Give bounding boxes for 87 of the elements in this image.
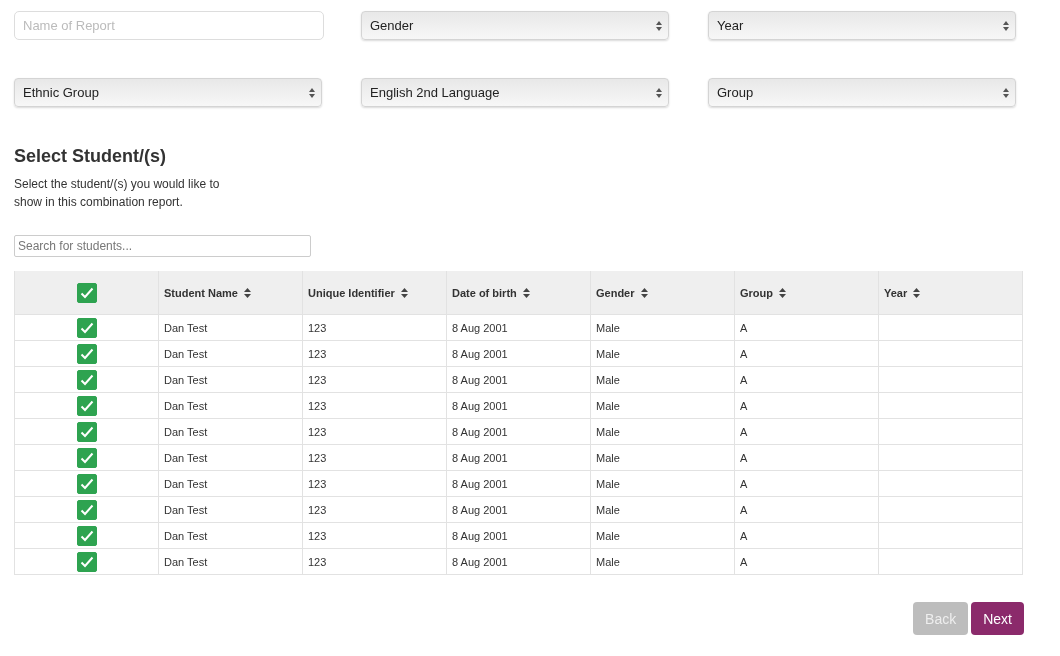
table-cell: A [740, 425, 748, 438]
table-cell: 8 Aug 2001 [452, 399, 508, 412]
section-title: Select Student/(s) [14, 146, 168, 167]
dropdown[interactable]: Year [708, 11, 1016, 40]
select-all-checkbox[interactable] [76, 282, 97, 303]
column-header[interactable]: Date of birth [452, 286, 530, 299]
table-cell: A [740, 503, 748, 516]
table-cell: Male [596, 477, 620, 490]
sort-arrows-icon [656, 20, 662, 31]
sort-arrows-icon [779, 287, 786, 298]
table-cell: Male [596, 321, 620, 334]
table-cell: 123 [308, 321, 327, 334]
table-cell: A [740, 373, 748, 386]
sort-arrows-icon [1003, 87, 1009, 98]
sort-arrows-icon [522, 287, 530, 298]
table-cell: Dan Test [164, 477, 208, 490]
sort-arrows-icon [656, 87, 662, 98]
table-cell: Male [596, 503, 620, 516]
search-field[interactable]: Search for students... [14, 235, 311, 257]
row-checkbox[interactable] [76, 369, 97, 390]
table-cell: 8 Aug 2001 [452, 555, 508, 568]
table-cell: Male [596, 451, 620, 464]
table-cell: Dan Test [164, 373, 208, 386]
table-cell: 8 Aug 2001 [452, 477, 508, 490]
table-cell: 8 Aug 2001 [452, 321, 508, 334]
table-cell: 123 [308, 347, 327, 360]
row-checkbox[interactable] [76, 317, 97, 338]
table-cell: Male [596, 529, 620, 542]
table-cell: A [740, 347, 748, 360]
table-cell: Dan Test [164, 425, 208, 438]
table-cell: 123 [308, 373, 327, 386]
table-cell: 123 [308, 477, 327, 490]
column-header[interactable]: Student Name [164, 286, 251, 299]
row-checkbox[interactable] [76, 551, 97, 572]
row-checkbox[interactable] [76, 447, 97, 468]
column-header[interactable]: Gender [596, 286, 648, 299]
sort-arrows-icon [243, 287, 251, 298]
sort-arrows-icon [1003, 20, 1009, 31]
table-cell: Male [596, 347, 620, 360]
column-header[interactable]: Year [884, 286, 921, 299]
table-cell: 8 Aug 2001 [452, 451, 508, 464]
table-cell: Dan Test [164, 347, 208, 360]
sort-arrows-icon [400, 287, 408, 298]
row-checkbox[interactable] [76, 421, 97, 442]
dropdown[interactable]: Gender [361, 11, 669, 40]
table-cell: Dan Test [164, 399, 208, 412]
row-checkbox[interactable] [76, 473, 97, 494]
table-cell: Dan Test [164, 451, 208, 464]
row-checkbox[interactable] [76, 343, 97, 364]
column-header[interactable]: Group [740, 286, 786, 299]
table-cell: A [740, 555, 748, 568]
table-cell: 8 Aug 2001 [452, 425, 508, 438]
section-description: Select the student/(s) you would like to show in this combination report. [14, 176, 221, 211]
dropdown[interactable]: English 2nd Language [361, 78, 669, 107]
table-cell: A [740, 529, 748, 542]
row-checkbox[interactable] [76, 395, 97, 416]
sort-arrows-icon [640, 287, 648, 298]
table-cell: 123 [308, 399, 327, 412]
table-cell: 123 [308, 529, 327, 542]
next-button[interactable]: Next [971, 602, 1024, 635]
table-cell: Male [596, 425, 620, 438]
table-cell: Male [596, 399, 620, 412]
sort-arrows-icon [309, 87, 315, 98]
table-cell: 123 [308, 555, 327, 568]
table-cell: 123 [308, 451, 327, 464]
table-cell: 8 Aug 2001 [452, 373, 508, 386]
dropdown[interactable]: Ethnic Group [14, 78, 322, 107]
table-cell: Dan Test [164, 555, 208, 568]
table-cell: Dan Test [164, 321, 208, 334]
table-cell: 8 Aug 2001 [452, 529, 508, 542]
table-cell: A [740, 321, 748, 334]
row-checkbox[interactable] [76, 525, 97, 546]
dropdown[interactable]: Group [708, 78, 1016, 107]
table-cell: 123 [308, 425, 327, 438]
table-cell: Dan Test [164, 529, 208, 542]
table-cell: 8 Aug 2001 [452, 503, 508, 516]
table-cell: A [740, 477, 748, 490]
report-name-field[interactable]: Name of Report [14, 11, 324, 40]
row-checkbox[interactable] [76, 499, 97, 520]
table-cell: A [740, 451, 748, 464]
table-cell: 123 [308, 503, 327, 516]
table-cell: Male [596, 373, 620, 386]
table-cell: 8 Aug 2001 [452, 347, 508, 360]
table-cell: Male [596, 555, 620, 568]
table-cell: Dan Test [164, 503, 208, 516]
table-cell: A [740, 399, 748, 412]
sort-arrows-icon [913, 287, 921, 298]
